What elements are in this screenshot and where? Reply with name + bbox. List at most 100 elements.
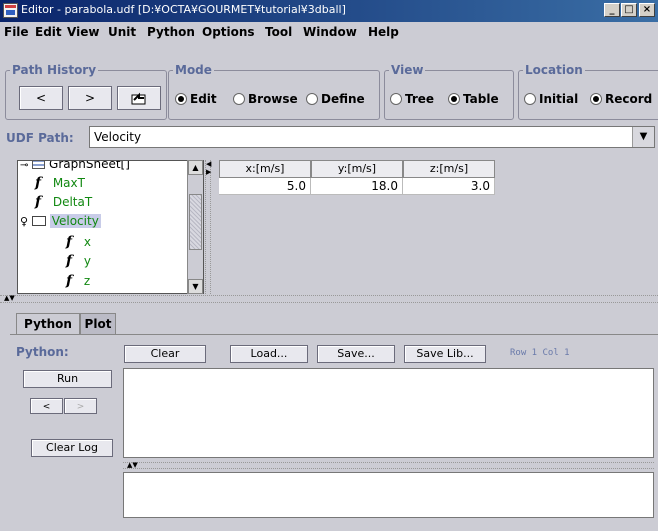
split-arrows-icon[interactable]: ▲▼: [4, 294, 15, 302]
table-cell-y[interactable]: 18.0: [311, 178, 403, 195]
horizontal-splitter[interactable]: ▲▼: [0, 294, 658, 303]
radio-unselected-icon: [306, 93, 318, 105]
table-cell-x[interactable]: 5.0: [219, 178, 311, 195]
tree-item-label: x: [83, 235, 91, 249]
radio-selected-icon: [590, 93, 602, 105]
menu-options[interactable]: Options: [202, 25, 255, 39]
mode-edit-label: Edit: [190, 92, 217, 106]
tab-plot[interactable]: Plot: [80, 313, 116, 335]
udf-path-label: UDF Path:: [6, 131, 74, 145]
home-icon: [131, 92, 146, 105]
mode-group: Mode Edit Browse Define: [168, 63, 380, 120]
clear-log-button[interactable]: Clear Log: [31, 439, 113, 457]
table-cell-z[interactable]: 3.0: [403, 178, 495, 195]
tree-item-label: Velocity: [49, 214, 101, 228]
path-history-group: Path History < >: [5, 63, 167, 120]
expand-handle-icon[interactable]: ♀: [20, 215, 28, 228]
save-lib-button[interactable]: Save Lib...: [404, 345, 486, 363]
mode-browse-label: Browse: [248, 92, 298, 106]
tree-item-graphsheet[interactable]: ⊸ GraphSheet[]: [20, 160, 130, 171]
radio-unselected-icon: [524, 93, 536, 105]
menu-unit[interactable]: Unit: [108, 25, 136, 39]
function-icon: f: [66, 234, 73, 250]
mode-title: Mode: [173, 63, 214, 77]
history-prev-button[interactable]: <: [30, 398, 63, 414]
view-table-radio[interactable]: Table: [448, 92, 499, 106]
tree-item-x[interactable]: f x: [66, 234, 91, 250]
table-icon: [32, 161, 46, 169]
title-bar: Editor - parabola.udf [D:¥OCTA¥GOURMET¥t…: [0, 0, 658, 22]
scroll-thumb[interactable]: [189, 194, 202, 250]
radio-selected-icon: [448, 93, 460, 105]
history-next-button[interactable]: >: [64, 398, 97, 414]
column-header-x[interactable]: x:[m/s]: [219, 160, 311, 178]
radio-unselected-icon: [233, 93, 245, 105]
tree-item-label: MaxT: [52, 176, 85, 190]
history-home-button[interactable]: [117, 86, 161, 110]
clear-button[interactable]: Clear: [124, 345, 206, 363]
save-button[interactable]: Save...: [317, 345, 395, 363]
tree-item-label: DeltaT: [52, 195, 93, 209]
view-tree-label: Tree: [405, 92, 435, 106]
menu-tool[interactable]: Tool: [265, 25, 292, 39]
mode-browse-radio[interactable]: Browse: [233, 92, 298, 106]
vertical-splitter[interactable]: ◀ ▶: [205, 160, 211, 294]
menu-bar: File Edit View Unit Python Options Tool …: [0, 22, 658, 44]
menu-file[interactable]: File: [4, 25, 29, 39]
udf-path-combobox[interactable]: Velocity ▼: [89, 126, 655, 148]
location-group: Location Initial Record: [518, 63, 658, 120]
function-icon: f: [66, 273, 73, 289]
location-initial-radio[interactable]: Initial: [524, 92, 578, 106]
tree-item-velocity[interactable]: ♀ Velocity: [20, 214, 101, 228]
menu-window[interactable]: Window: [303, 25, 357, 39]
location-record-label: Record: [605, 92, 653, 106]
tree-item-y[interactable]: f y: [66, 253, 91, 269]
history-forward-button[interactable]: >: [68, 86, 112, 110]
app-icon: [3, 3, 18, 18]
function-icon: f: [35, 194, 42, 210]
location-record-radio[interactable]: Record: [590, 92, 652, 106]
python-splitter[interactable]: ▲▼: [123, 461, 654, 469]
maximize-button[interactable]: □: [621, 3, 637, 17]
udf-path-value[interactable]: Velocity: [94, 130, 141, 144]
tree-item-maxt[interactable]: f MaxT: [35, 175, 85, 191]
close-button[interactable]: ×: [639, 3, 655, 17]
tree-scrollbar[interactable]: ▲ ▼: [187, 160, 203, 294]
udf-tree: ⊸ GraphSheet[] f MaxT f DeltaT ♀ Velocit…: [17, 160, 204, 294]
view-tree-radio[interactable]: Tree: [390, 92, 434, 106]
mode-edit-radio[interactable]: Edit: [175, 92, 217, 106]
location-initial-label: Initial: [539, 92, 579, 106]
location-title: Location: [523, 63, 585, 77]
python-log-area[interactable]: [123, 368, 654, 458]
menu-edit[interactable]: Edit: [35, 25, 62, 39]
tree-item-label: GraphSheet[]: [49, 160, 130, 171]
run-button[interactable]: Run: [23, 370, 112, 388]
folder-icon: [31, 216, 46, 226]
split-arrows-icon[interactable]: ◀ ▶: [206, 160, 211, 176]
history-back-button[interactable]: <: [19, 86, 63, 110]
tree-item-z[interactable]: f z: [66, 273, 90, 289]
minimize-button[interactable]: _: [604, 3, 620, 17]
menu-help[interactable]: Help: [368, 25, 399, 39]
column-header-z[interactable]: z:[m/s]: [403, 160, 495, 178]
chevron-down-icon[interactable]: ▼: [632, 127, 654, 147]
radio-unselected-icon: [390, 93, 402, 105]
tree-item-deltat[interactable]: f DeltaT: [35, 194, 92, 210]
scroll-up-icon[interactable]: ▲: [188, 160, 203, 175]
mode-define-label: Define: [321, 92, 365, 106]
split-arrows-icon[interactable]: ▲▼: [127, 461, 138, 469]
view-group: View Tree Table: [384, 63, 514, 120]
tab-python[interactable]: Python: [16, 313, 80, 335]
scroll-down-icon[interactable]: ▼: [188, 279, 203, 294]
function-icon: f: [35, 175, 42, 191]
mode-define-radio[interactable]: Define: [306, 92, 365, 106]
column-header-y[interactable]: y:[m/s]: [311, 160, 403, 178]
expand-handle-icon[interactable]: ⊸: [20, 161, 28, 171]
load-button[interactable]: Load...: [230, 345, 308, 363]
menu-view[interactable]: View: [67, 25, 99, 39]
menu-python[interactable]: Python: [147, 25, 195, 39]
udf-table: x:[m/s] y:[m/s] z:[m/s] 5.0 18.0 3.0: [213, 160, 658, 294]
python-input-area[interactable]: [123, 472, 654, 518]
window-title: Editor - parabola.udf [D:¥OCTA¥GOURMET¥t…: [21, 3, 346, 16]
python-label: Python:: [16, 345, 69, 359]
